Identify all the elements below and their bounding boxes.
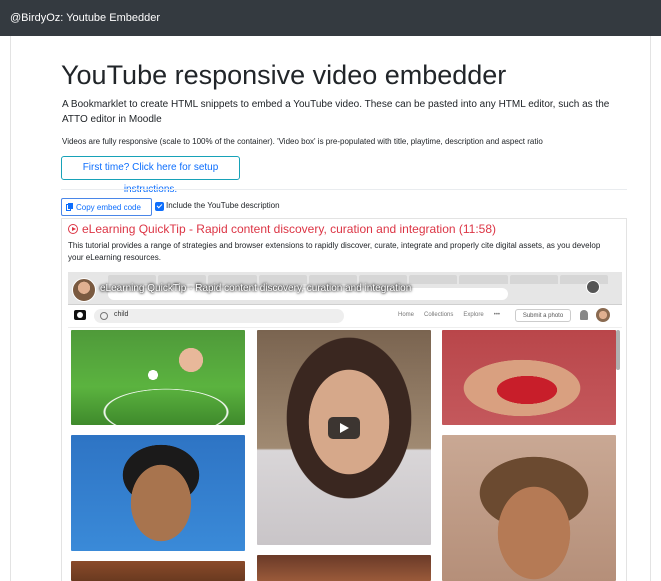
avatar	[596, 308, 610, 322]
video-player[interactable]: eLearning QuickTip - Rapid content disco…	[68, 272, 622, 581]
video-site-nav: Home Collections Explore •••	[398, 312, 500, 318]
play-button[interactable]	[328, 417, 360, 439]
site-nav-home: Home	[398, 312, 415, 318]
video-search-query: child	[114, 311, 129, 318]
browser-tab	[409, 275, 458, 284]
video-description: This tutorial provides a range of strate…	[68, 241, 601, 262]
video-title: eLearning QuickTip - Rapid content disco…	[82, 222, 497, 236]
divider	[61, 189, 627, 190]
copy-embed-code-button[interactable]: Copy embed code	[61, 198, 152, 216]
bell-icon	[580, 310, 588, 320]
setup-instructions-button[interactable]: First time? Click here for setup instruc…	[61, 156, 240, 195]
browser-tab	[509, 275, 558, 284]
video-browser-chrome: eLearning QuickTip - Rapid content disco…	[68, 272, 622, 305]
video-frame-photo-football	[71, 330, 245, 425]
player-video-title[interactable]: eLearning QuickTip - Rapid content disco…	[100, 283, 411, 294]
camera-icon	[74, 310, 86, 320]
app-title: @BirdyOz: Youtube Embedder	[10, 12, 160, 24]
container-border-right	[650, 36, 651, 581]
app-header: @BirdyOz: Youtube Embedder	[0, 0, 661, 36]
browser-tab	[559, 275, 609, 284]
search-icon	[100, 312, 108, 320]
play-circle-icon	[68, 224, 78, 234]
video-title-link[interactable]: eLearning QuickTip - Rapid content disco…	[68, 222, 496, 236]
video-submit-photo-label: Submit a photo	[515, 309, 571, 322]
container-border-left	[10, 36, 11, 581]
intro-text: A Bookmarklet to create HTML snippets to…	[62, 99, 610, 125]
responsive-note: Videos are fully responsive (scale to 10…	[62, 137, 543, 146]
browser-tab	[459, 275, 508, 284]
include-description-label[interactable]: Include the YouTube description	[166, 201, 280, 210]
site-nav-collections: Collections	[424, 312, 454, 318]
include-description-checkbox[interactable]	[155, 202, 164, 211]
watch-later-icon[interactable]	[586, 280, 600, 294]
site-nav-more: •••	[493, 312, 501, 318]
video-search-box: child	[94, 309, 344, 323]
site-nav-explore: Explore	[463, 312, 484, 318]
video-site-header: child Home Collections Explore ••• Submi…	[68, 305, 622, 328]
clipboard-icon	[66, 203, 73, 211]
channel-avatar[interactable]	[72, 278, 96, 302]
video-frame-scrollbar	[616, 330, 620, 370]
video-frame-photo-boy	[71, 435, 245, 551]
page-title: YouTube responsive video embedder	[61, 60, 507, 90]
video-frame-photo-child	[442, 435, 616, 581]
video-frame-photo	[71, 561, 245, 581]
video-frame-photo	[257, 555, 431, 581]
copy-embed-code-label: Copy embed code	[76, 202, 141, 212]
video-frame-photo-hand	[442, 330, 616, 425]
